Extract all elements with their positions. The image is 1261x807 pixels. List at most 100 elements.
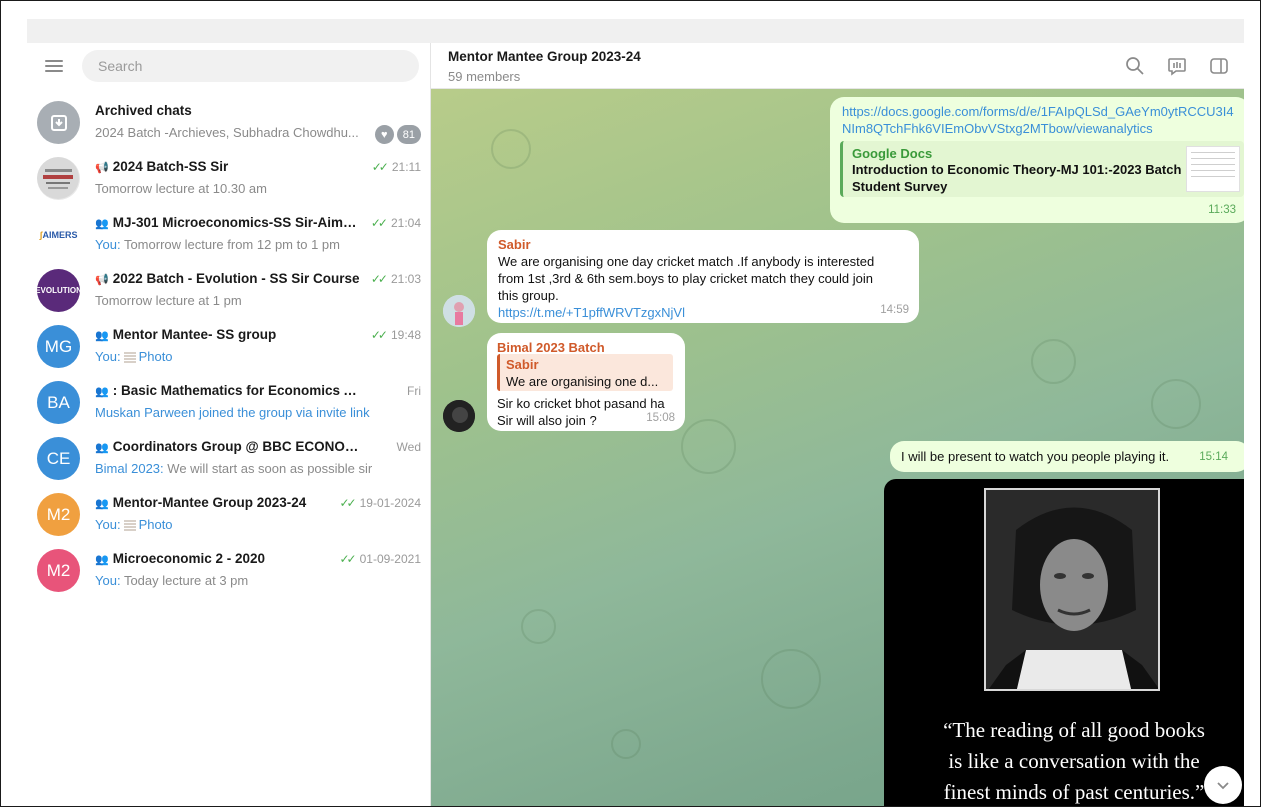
- app-window: Archived chats 2024 Batch -Archieves, Su…: [0, 0, 1261, 807]
- avatar-aimers: ʃ AIMERS: [37, 213, 80, 256]
- chat-title: Mentor-Mantee Group 2023-24: [112, 495, 307, 510]
- avatar-m2-pink: M2: [37, 549, 80, 592]
- chat-item-mentor-mantee-ss[interactable]: MG 👥 Mentor Mantee- SS group ✓✓ 19:48 You:…: [27, 319, 431, 375]
- reply-quote[interactable]: Sabir We are organising one d...: [497, 354, 673, 391]
- chat-preview: Muskan Parween joined the group via invi…: [95, 405, 370, 420]
- archive-icon: [37, 101, 80, 144]
- message-time: 15:08: [646, 412, 675, 424]
- chat-preview: You: Tomorrow lecture from 12 pm to 1 pm: [95, 237, 340, 252]
- photo-thumbnail-icon: [123, 520, 136, 532]
- message-text: Sir ko cricket bhot pasand ha Sir will al…: [497, 396, 665, 428]
- search-input[interactable]: [82, 50, 419, 82]
- avatar-sabir[interactable]: [443, 295, 475, 327]
- message-bimal[interactable]: Bimal 2023 Batch Sabir We are organising…: [487, 333, 685, 431]
- message-time: 14:59: [880, 304, 909, 316]
- chat-item-microeconomic-2[interactable]: M2 👥 Microeconomic 2 - 2020 ✓✓ 01-09-2021 …: [27, 543, 431, 599]
- avatar-m2: M2: [37, 493, 80, 536]
- message-time: 11:33: [1208, 204, 1236, 216]
- voice-chat-icon[interactable]: [1166, 55, 1188, 77]
- group-icon: 👥: [95, 498, 109, 510]
- chat-item-2024-batch[interactable]: 📢 2024 Batch-SS Sir ✓✓ 21:11 Tomorrow lect…: [27, 151, 431, 207]
- avatar-bimal[interactable]: [443, 400, 475, 432]
- message-link[interactable]: https://t.me/+T1pffWRVTzgxNjVl: [498, 304, 908, 321]
- double-check-icon: ✓✓: [339, 496, 357, 510]
- double-check-icon: ✓✓: [370, 216, 388, 230]
- chat-title: Microeconomic 2 - 2020: [112, 551, 266, 566]
- avatar-ba: BA: [37, 381, 80, 424]
- chat-list-sidebar: Archived chats 2024 Batch -Archieves, Su…: [27, 43, 431, 806]
- chat-item-archived[interactable]: Archived chats 2024 Batch -Archieves, Su…: [27, 95, 431, 151]
- message-text: I will be present to watch you people pl…: [901, 449, 1170, 464]
- conversation-panel: Mentor Mantee Group 2023-24 59 members h…: [431, 43, 1244, 806]
- avatar-innovation: [37, 157, 80, 200]
- chat-time: ✓✓ 21:03: [370, 272, 421, 286]
- link-preview-card[interactable]: Google Docs Introduction to Economic The…: [840, 141, 1244, 197]
- group-icon: 👥: [95, 218, 109, 230]
- chat-item-2022-batch[interactable]: EVOLUTION 📢 2022 Batch - Evolution - SS S…: [27, 263, 431, 319]
- conversation-title: Mentor Mantee Group 2023-24: [448, 49, 641, 64]
- chat-preview: You: Photo: [95, 349, 173, 364]
- chat-wallpaper: https://docs.google.com/forms/d/e/1FAIpQ…: [431, 89, 1244, 806]
- message-link[interactable]: https://docs.google.com/forms/d/e/1FAIpQ…: [842, 103, 1234, 137]
- megaphone-icon: 📢: [95, 162, 109, 174]
- message-time: 15:14: [1199, 451, 1228, 463]
- chat-preview: You: Today lecture at 3 pm: [95, 573, 249, 588]
- unread-count-badge: 81: [396, 125, 421, 144]
- chat-time: Wed: [396, 440, 421, 454]
- heart-icon: ♥: [374, 125, 394, 144]
- conversation-header[interactable]: Mentor Mantee Group 2023-24 59 members: [431, 43, 1244, 89]
- group-icon: 👥: [95, 330, 109, 342]
- chat-title: : Basic Mathematics for Economics Analys…: [112, 383, 363, 398]
- reply-sender: Sabir: [506, 357, 539, 372]
- megaphone-icon: 📢: [95, 274, 109, 286]
- scroll-down-button[interactable]: [1204, 766, 1242, 804]
- chat-preview: Tomorrow lecture at 1 pm: [95, 293, 242, 308]
- chevron-down-icon: [1217, 782, 1229, 790]
- chat-title: MJ-301 Microeconomics-SS Sir-Aimers ...: [112, 215, 363, 230]
- chat-time: ✓✓ 21:04: [370, 216, 421, 230]
- portrait-image: [984, 488, 1160, 691]
- chat-item-mentor-mantee-2023[interactable]: M2 👥 Mentor-Mantee Group 2023-24 ✓✓ 19-01-…: [27, 487, 431, 543]
- chat-item-coordinators[interactable]: CE 👥 Coordinators Group @ BBC ECONOMICS W…: [27, 431, 431, 487]
- group-icon: 👥: [95, 554, 109, 566]
- chat-title: Archived chats: [95, 103, 192, 118]
- chat-title: Mentor Mantee- SS group: [112, 327, 277, 342]
- message-sabir[interactable]: Sabir We are organising one day cricket …: [487, 230, 919, 323]
- chat-time: ✓✓ 19:48: [370, 328, 421, 342]
- double-check-icon: ✓✓: [371, 160, 389, 174]
- message-text: We are organising one day cricket match …: [498, 254, 875, 303]
- quote-text: “The reading of all good books is like a…: [943, 718, 1205, 804]
- chat-preview: 2024 Batch -Archieves, Subhadra Chowdhu.…: [95, 125, 359, 140]
- message-outgoing-link[interactable]: https://docs.google.com/forms/d/e/1FAIpQ…: [830, 97, 1244, 223]
- chat-item-mj-301[interactable]: ʃ AIMERS 👥 MJ-301 Microeconomics-SS Sir-Ai…: [27, 207, 431, 263]
- chat-preview: Bimal 2023: We will start as soon as pos…: [95, 461, 373, 476]
- double-check-icon: ✓✓: [370, 272, 388, 286]
- preview-title: Introduction to Economic Theory-MJ 101:-…: [852, 162, 1182, 194]
- avatar-evolution: EVOLUTION: [37, 269, 80, 312]
- group-icon: 👥: [95, 442, 109, 454]
- chat-time: Fri: [407, 384, 421, 398]
- double-check-icon: ✓✓: [370, 328, 388, 342]
- preview-source: Google Docs: [852, 146, 933, 161]
- chat-item-basic-mathematics[interactable]: BA 👥: Basic Mathematics for Economics An…: [27, 375, 431, 431]
- reply-text: We are organising one d...: [506, 374, 659, 389]
- chat-title: 2022 Batch - Evolution - SS Sir Course: [112, 271, 360, 286]
- sidebar-header: [27, 43, 431, 89]
- message-image[interactable]: “The reading of all good books is like a…: [884, 479, 1244, 806]
- member-count: 59 members: [448, 69, 521, 84]
- chat-title: Coordinators Group @ BBC ECONOMICS: [112, 439, 363, 454]
- double-check-icon: ✓✓: [339, 552, 357, 566]
- chat-time: ✓✓ 01-09-2021: [339, 552, 422, 566]
- chat-preview: Tomorrow lecture at 10.30 am: [95, 181, 267, 196]
- chat-time: ✓✓ 21:11: [371, 160, 421, 174]
- photo-thumbnail-icon: [123, 352, 136, 364]
- search-icon[interactable]: [1124, 55, 1146, 77]
- chat-preview: You: Photo: [95, 517, 173, 532]
- chat-time: ✓✓ 19-01-2024: [339, 496, 422, 510]
- preview-thumbnail: [1186, 146, 1240, 192]
- sidebar-toggle-icon[interactable]: [1208, 55, 1230, 77]
- message-sender: Sabir: [498, 237, 531, 252]
- hamburger-menu-icon[interactable]: [43, 57, 65, 75]
- avatar-ce: CE: [37, 437, 80, 480]
- message-outgoing-text[interactable]: I will be present to watch you people pl…: [890, 441, 1244, 472]
